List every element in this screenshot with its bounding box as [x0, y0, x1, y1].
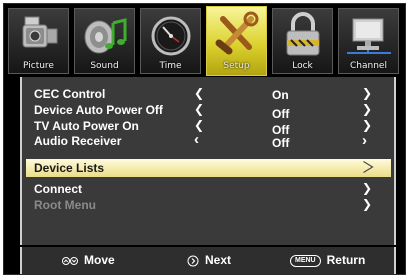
right-arrow-icon[interactable]: ❯: [362, 181, 372, 195]
tab-lock[interactable]: Lock: [272, 8, 333, 74]
hint-next: Next: [187, 253, 231, 267]
camcorder-icon: [22, 16, 58, 48]
tab-time[interactable]: Time: [140, 8, 201, 74]
right-arrow-icon[interactable]: ❯: [362, 86, 372, 100]
left-arrow-icon[interactable]: ❮: [194, 118, 204, 132]
row-label: TV Auto Power On: [34, 119, 139, 133]
left-arrow-icon[interactable]: ❮: [194, 86, 204, 100]
tab-label: Sound: [90, 61, 119, 71]
menu-row-root-menu: Root Menu ❯: [22, 197, 394, 212]
hint-label: Return: [326, 253, 366, 267]
setup-menu-panel: CEC Control ❮ On ❯ Device Auto Power Off…: [20, 77, 396, 245]
menu-row-cec-control[interactable]: CEC Control ❮ On ❯: [22, 86, 394, 102]
tab-label: Channel: [350, 61, 387, 71]
row-value: Off: [272, 136, 290, 150]
hint-label: Next: [205, 253, 232, 267]
hollow-right-arrow-icon[interactable]: [362, 160, 374, 174]
menu-row-tv-auto-power-on[interactable]: TV Auto Power On ❮ Off ❯: [22, 118, 394, 137]
row-value: On: [272, 88, 289, 102]
tab-setup[interactable]: Setup: [206, 6, 267, 76]
setup-tools-icon: [215, 11, 259, 55]
right-arrow-icon[interactable]: ❯: [362, 102, 372, 116]
network-computer-icon: [347, 18, 391, 54]
right-arrow-icon[interactable]: ❯: [362, 118, 372, 132]
left-arrow-icon[interactable]: ‹: [194, 131, 199, 148]
tab-label: Picture: [23, 61, 54, 71]
tab-picture[interactable]: Picture: [8, 8, 69, 74]
navigation-hint-bar: Move Next MENU Return: [20, 247, 396, 274]
tab-label: Lock: [292, 61, 313, 71]
right-circle-icon: [187, 255, 199, 267]
left-arrow-icon[interactable]: ❮: [194, 102, 204, 116]
tab-label: Setup: [223, 61, 250, 71]
tab-label: Time: [159, 61, 182, 71]
menu-row-device-lists[interactable]: Device Lists: [26, 159, 391, 177]
tab-channel[interactable]: Channel: [338, 8, 399, 74]
tab-sound[interactable]: Sound: [74, 8, 135, 74]
row-label: Root Menu: [34, 198, 96, 212]
row-label: Connect: [34, 182, 82, 196]
padlock-icon: [286, 12, 320, 56]
speaker-music-icon: [84, 18, 127, 54]
hint-return: MENU Return: [290, 253, 365, 267]
hint-label: Move: [84, 253, 115, 267]
right-arrow-icon: ❯: [362, 197, 373, 211]
category-tab-bar: Picture Sound Time Setup Lock Channel: [8, 6, 403, 76]
menu-row-audio-receiver[interactable]: Audio Receiver ‹ Off ›: [22, 131, 394, 150]
right-arrow-icon[interactable]: ›: [362, 132, 367, 149]
row-label: Device Auto Power Off: [34, 103, 163, 117]
row-label: Device Lists: [34, 161, 105, 175]
row-label: CEC Control: [34, 87, 106, 101]
hint-move: Move: [62, 253, 115, 267]
clock-icon: [151, 16, 191, 56]
row-label: Audio Receiver: [34, 134, 122, 148]
menu-key-icon: MENU: [290, 254, 321, 267]
menu-row-connect[interactable]: Connect ❯: [22, 181, 394, 196]
up-down-arrows-icon: [62, 256, 78, 265]
menu-row-device-auto-power-off[interactable]: Device Auto Power Off ❮ Off ❯: [22, 102, 394, 121]
tv-osd-menu: Picture Sound Time Setup Lock Channel CE…: [3, 3, 406, 275]
